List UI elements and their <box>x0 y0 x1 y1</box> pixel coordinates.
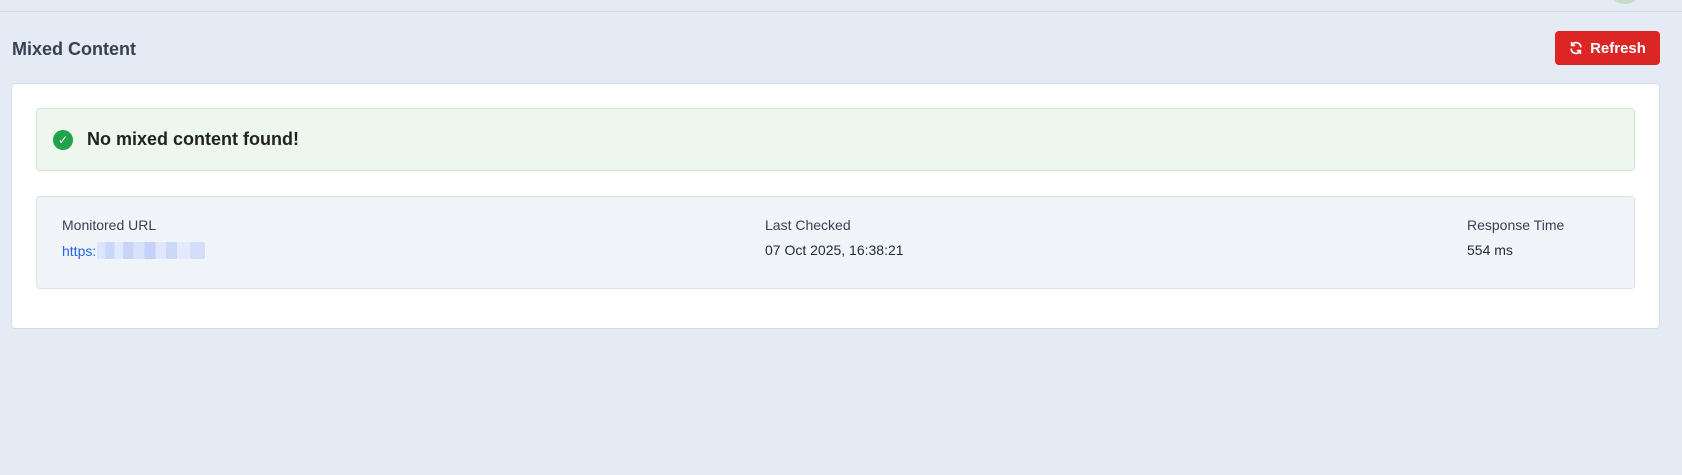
response-time-section: Response Time 554 ms <box>1467 217 1564 258</box>
refresh-icon <box>1570 41 1582 55</box>
last-checked-label: Last Checked <box>765 217 851 233</box>
refresh-button[interactable]: Refresh <box>1555 31 1660 65</box>
alert-message: No mixed content found! <box>87 129 299 149</box>
page-title: Mixed Content <box>12 39 136 59</box>
refresh-button-label: Refresh <box>1590 39 1646 57</box>
last-checked-value: 07 Oct 2025, 16:38:21 <box>765 242 904 258</box>
last-checked-section: Last Checked 07 Oct 2025, 16:38:21 <box>765 217 904 258</box>
monitor-info-panel: Monitored URL https: Last Checked 07 Oct… <box>36 196 1635 289</box>
check-circle-icon: ✓ <box>53 129 73 150</box>
monitored-url-link[interactable]: https: <box>62 242 206 259</box>
monitored-url-section: Monitored URL https: <box>62 217 206 259</box>
page-header: Mixed Content Refresh <box>12 31 1660 65</box>
mixed-content-card: ✓ No mixed content found! Monitored URL … <box>11 83 1660 329</box>
redacted-url-blur <box>97 242 206 259</box>
response-time-value: 554 ms <box>1467 242 1513 258</box>
avatar[interactable] <box>1612 0 1638 4</box>
monitored-url-label: Monitored URL <box>62 217 157 233</box>
response-time-label: Response Time <box>1467 217 1565 233</box>
top-navbar <box>0 0 1682 12</box>
monitored-url-text: https: <box>62 242 97 259</box>
success-alert: ✓ No mixed content found! <box>36 108 1635 171</box>
